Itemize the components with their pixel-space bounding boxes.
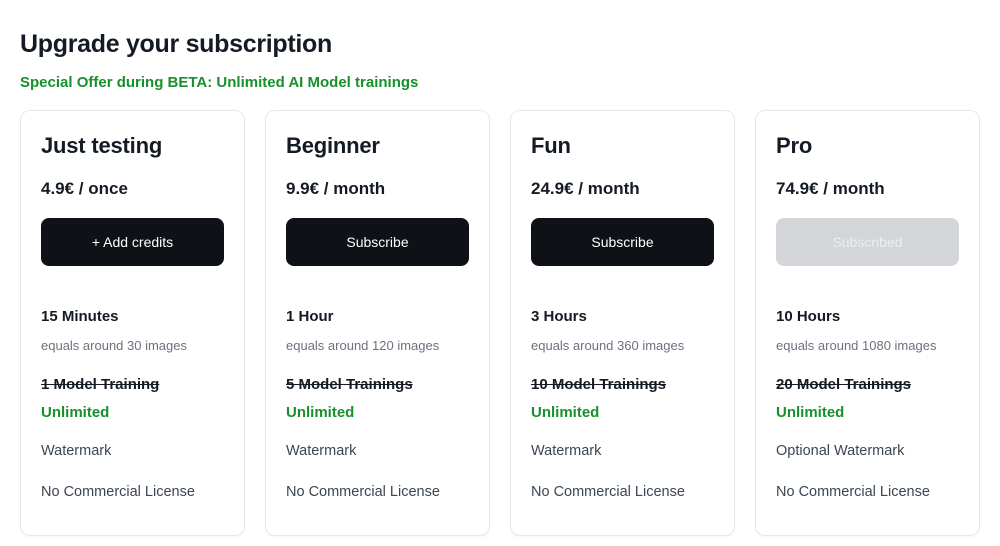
plan-license: No Commercial License <box>41 484 224 501</box>
plan-hours: 10 Hours <box>776 308 959 326</box>
plan-name: Beginner <box>286 133 469 159</box>
plan-features: 1 Hour equals around 120 images 5 Model … <box>286 308 469 501</box>
plan-watermark: Watermark <box>531 443 714 460</box>
subscribed-button[interactable]: Subscribed <box>776 218 959 266</box>
plan-card-just-testing: Just testing 4.9€ / once + Add credits 1… <box>20 110 245 536</box>
plan-images-note: equals around 360 images <box>531 338 714 354</box>
plan-trainings-old: 20 Model Trainings <box>776 376 959 394</box>
plan-images-note: equals around 30 images <box>41 338 224 354</box>
plan-watermark: Watermark <box>41 443 224 460</box>
plan-price: 4.9€ / once <box>41 179 224 199</box>
plan-license: No Commercial License <box>531 484 714 501</box>
plan-features: 15 Minutes equals around 30 images 1 Mod… <box>41 308 224 501</box>
plan-license: No Commercial License <box>286 484 469 501</box>
plan-trainings-unlimited: Unlimited <box>776 404 959 422</box>
plan-images-note: equals around 120 images <box>286 338 469 354</box>
plan-trainings-unlimited: Unlimited <box>41 404 224 422</box>
plan-price: 24.9€ / month <box>531 179 714 199</box>
plan-price: 74.9€ / month <box>776 179 959 199</box>
plan-name: Pro <box>776 133 959 159</box>
subscribe-button[interactable]: Subscribe <box>531 218 714 266</box>
plan-hours: 15 Minutes <box>41 308 224 326</box>
plan-card-pro: Pro 74.9€ / month Subscribed 10 Hours eq… <box>755 110 980 536</box>
plan-images-note: equals around 1080 images <box>776 338 959 354</box>
plan-price: 9.9€ / month <box>286 179 469 199</box>
special-offer-banner: Special Offer during BETA: Unlimited AI … <box>20 74 980 91</box>
plan-card-fun: Fun 24.9€ / month Subscribe 3 Hours equa… <box>510 110 735 536</box>
plan-trainings-old: 1 Model Training <box>41 376 224 394</box>
plan-watermark: Optional Watermark <box>776 443 959 460</box>
plan-license: No Commercial License <box>776 484 959 501</box>
add-credits-button[interactable]: + Add credits <box>41 218 224 266</box>
plan-trainings-old: 10 Model Trainings <box>531 376 714 394</box>
plan-hours: 3 Hours <box>531 308 714 326</box>
plan-trainings-old: 5 Model Trainings <box>286 376 469 394</box>
page-title: Upgrade your subscription <box>20 30 980 59</box>
plan-name: Fun <box>531 133 714 159</box>
plan-features: 3 Hours equals around 360 images 10 Mode… <box>531 308 714 501</box>
plan-trainings-unlimited: Unlimited <box>531 404 714 422</box>
plan-name: Just testing <box>41 133 224 159</box>
upgrade-subscription-page: Upgrade your subscription Special Offer … <box>0 0 1000 546</box>
plan-hours: 1 Hour <box>286 308 469 326</box>
plan-watermark: Watermark <box>286 443 469 460</box>
plan-features: 10 Hours equals around 1080 images 20 Mo… <box>776 308 959 501</box>
subscribe-button[interactable]: Subscribe <box>286 218 469 266</box>
plan-grid: Just testing 4.9€ / once + Add credits 1… <box>20 110 980 536</box>
plan-trainings-unlimited: Unlimited <box>286 404 469 422</box>
plan-card-beginner: Beginner 9.9€ / month Subscribe 1 Hour e… <box>265 110 490 536</box>
